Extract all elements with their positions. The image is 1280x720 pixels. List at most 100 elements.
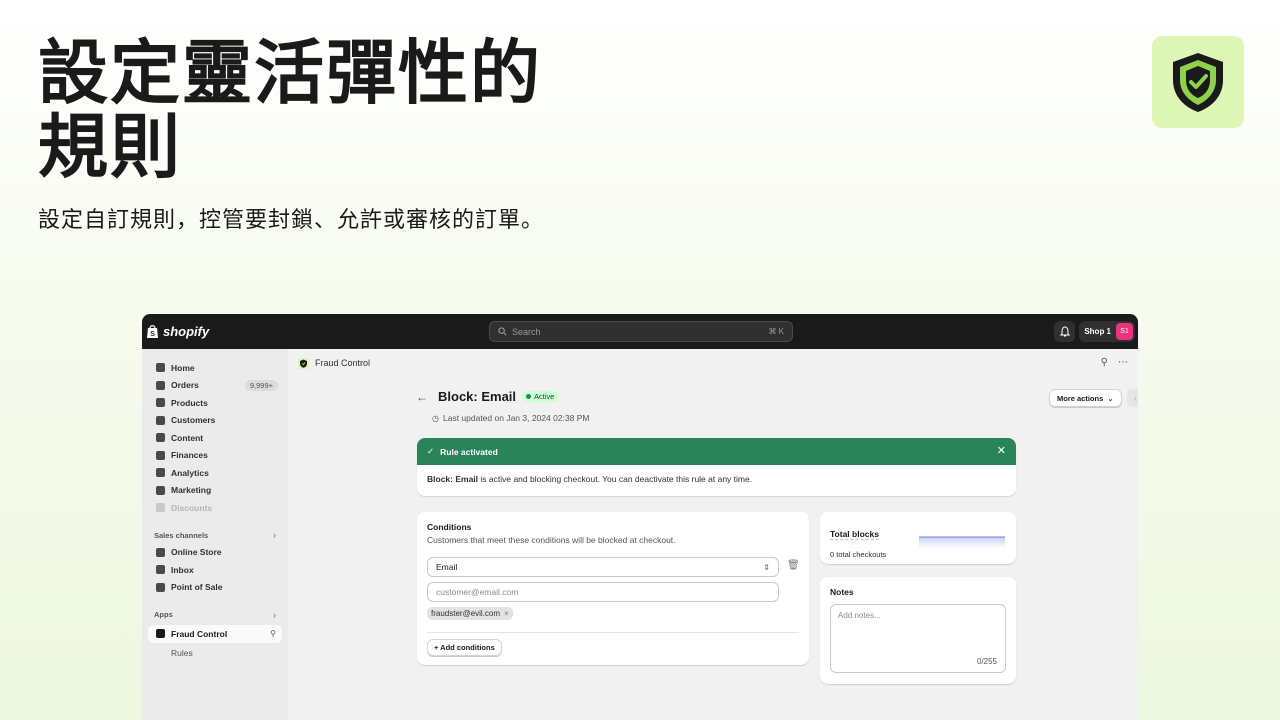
status-badge: Active — [522, 391, 560, 402]
conditions-title: Conditions — [427, 522, 472, 532]
sidebar-item-label: Discounts — [171, 502, 213, 513]
pos-icon — [156, 582, 165, 592]
previous-icon[interactable]: ‹ — [1127, 389, 1138, 407]
back-arrow-icon[interactable]: ← — [416, 390, 428, 404]
app-header-title: Fraud Control — [315, 358, 371, 368]
sidebar-item-finances[interactable]: Finances — [142, 447, 288, 465]
condition-field-select[interactable]: Email ⇕ — [427, 557, 779, 577]
banner-header: ✓ Rule activated ✕ — [417, 438, 1016, 465]
orders-icon — [156, 380, 165, 390]
sidebar-item-content[interactable]: Content — [142, 429, 288, 447]
rule-activated-banner: ✓ Rule activated ✕ Block: Email is activ… — [417, 438, 1016, 496]
sidebar-item-analytics[interactable]: Analytics — [142, 464, 288, 482]
chart-icon — [156, 468, 165, 478]
more-actions-button[interactable]: More actions ⌄ — [1049, 389, 1122, 407]
sidebar-item-inbox[interactable]: Inbox — [142, 561, 288, 579]
page-title: Block: Email — [438, 389, 517, 404]
inbox-icon — [156, 565, 165, 575]
shield-check-icon — [1173, 53, 1223, 112]
sidebar-item-products[interactable]: Products — [142, 394, 288, 412]
sidebar-item-fraud-control[interactable]: Fraud Control ⚲ — [148, 625, 282, 643]
search-input[interactable]: Search ⌘ K — [489, 321, 793, 342]
sidebar: Home Orders 9,999+ Products Customers Con… — [142, 349, 288, 720]
email-input[interactable]: customer@email.com — [427, 582, 779, 602]
shield-icon — [156, 629, 165, 639]
sidebar-item-label: Analytics — [171, 467, 209, 478]
sidebar-item-label: Home — [171, 362, 195, 373]
app-logo — [1152, 36, 1244, 128]
admin-window: S shopify Search ⌘ K Shop 1 S1 Home Orde… — [142, 314, 1138, 720]
sidebar-item-rules[interactable]: Rules — [142, 645, 288, 662]
bell-icon — [1059, 326, 1070, 337]
chevron-right-icon: › — [273, 530, 276, 540]
notes-title: Notes — [830, 587, 854, 597]
pin-icon[interactable]: ⚲ — [270, 629, 276, 638]
notes-textarea[interactable]: Add notes... 0/255 — [830, 604, 1006, 673]
sidebar-item-customers[interactable]: Customers — [142, 412, 288, 430]
notifications-button[interactable] — [1054, 321, 1075, 342]
sidebar-item-label: Products — [171, 397, 208, 408]
last-updated-text: Last updated on Jan 3, 2024 02:38 PM — [442, 413, 590, 423]
title-row: ← Block: Email Active — [416, 389, 560, 404]
banner-title: Rule activated — [440, 446, 498, 457]
main-content: Fraud Control ⚲ ⋯ ← Block: Email Active … — [288, 349, 1138, 720]
close-icon[interactable]: ✕ — [997, 444, 1006, 457]
divider — [427, 632, 799, 633]
tag-label: fraudster@evil.com — [431, 609, 501, 618]
remove-tag-icon[interactable]: × — [504, 609, 509, 618]
check-icon: ✓ — [427, 446, 435, 456]
sidebar-item-label: Content — [171, 432, 204, 443]
sidebar-item-discounts[interactable]: Discounts — [142, 499, 288, 517]
sidebar-item-label: Orders — [171, 380, 199, 391]
banner-message: is active and blocking checkout. You can… — [478, 474, 753, 484]
email-placeholder: customer@email.com — [436, 587, 519, 597]
add-conditions-button[interactable]: + Add conditions — [427, 639, 502, 656]
sparkline — [919, 536, 1005, 548]
apps-header[interactable]: Apps › — [142, 606, 288, 623]
svg-text:S: S — [150, 331, 155, 338]
sidebar-item-label: Finances — [171, 450, 208, 461]
email-tag: fraudster@evil.com × — [427, 607, 513, 620]
select-arrows-icon: ⇕ — [763, 562, 770, 572]
app-header: Fraud Control — [288, 349, 1138, 377]
pin-icon[interactable]: ⚲ — [1101, 357, 1108, 368]
content-icon — [156, 433, 165, 443]
discount-icon — [156, 503, 165, 513]
sidebar-item-label: Inbox — [171, 564, 194, 575]
search-placeholder: Search — [512, 326, 541, 337]
hero-subtitle: 設定自訂規則，控管要封鎖、允許或審核的訂單。 — [38, 208, 545, 233]
sidebar-item-online-store[interactable]: Online Store — [142, 544, 288, 562]
banner-body: Block: Email is active and blocking chec… — [417, 465, 1016, 493]
sidebar-item-home[interactable]: Home — [142, 359, 288, 377]
tag-icon — [156, 398, 165, 408]
clock-icon: ◷ — [432, 413, 439, 423]
section-label: Apps — [154, 610, 173, 619]
header-actions: ⚲ ⋯ — [1101, 357, 1128, 368]
status-text: Active — [534, 392, 555, 401]
total-blocks-title[interactable]: Total blocks — [830, 529, 879, 540]
notes-counter: 0/255 — [976, 657, 997, 666]
more-actions-label: More actions — [1057, 393, 1104, 403]
orders-count-badge: 9,999+ — [244, 379, 278, 391]
person-icon — [156, 415, 165, 425]
sales-channels-header[interactable]: Sales channels › — [142, 527, 288, 544]
sidebar-item-marketing[interactable]: Marketing — [142, 482, 288, 500]
conditions-card: Conditions Customers that meet these con… — [417, 512, 809, 665]
banner-rule-name: Block: Email — [427, 474, 479, 484]
total-blocks-card: Total blocks 0 total checkouts — [820, 512, 1016, 564]
fraud-control-app-icon — [298, 357, 309, 369]
pager: ‹ › — [1127, 389, 1138, 407]
top-bar: S shopify Search ⌘ K Shop 1 S1 — [142, 314, 1138, 349]
trash-icon[interactable]: 🗑 — [787, 560, 800, 571]
more-horizontal-icon[interactable]: ⋯ — [1118, 357, 1128, 368]
sidebar-item-orders[interactable]: Orders 9,999+ — [142, 377, 288, 395]
hero-title-line2: 規則 — [38, 106, 182, 188]
hero-title-line1: 設定靈活彈性的 — [38, 32, 542, 114]
shopify-logo[interactable]: S shopify — [146, 324, 209, 339]
shop-menu-button[interactable]: Shop 1 S1 — [1079, 321, 1135, 342]
conditions-description: Customers that meet these conditions wil… — [427, 535, 676, 545]
shopify-bag-icon: S — [147, 325, 158, 338]
store-icon — [156, 547, 165, 557]
sidebar-item-point-of-sale[interactable]: Point of Sale — [142, 579, 288, 597]
avatar: S1 — [1116, 323, 1133, 340]
